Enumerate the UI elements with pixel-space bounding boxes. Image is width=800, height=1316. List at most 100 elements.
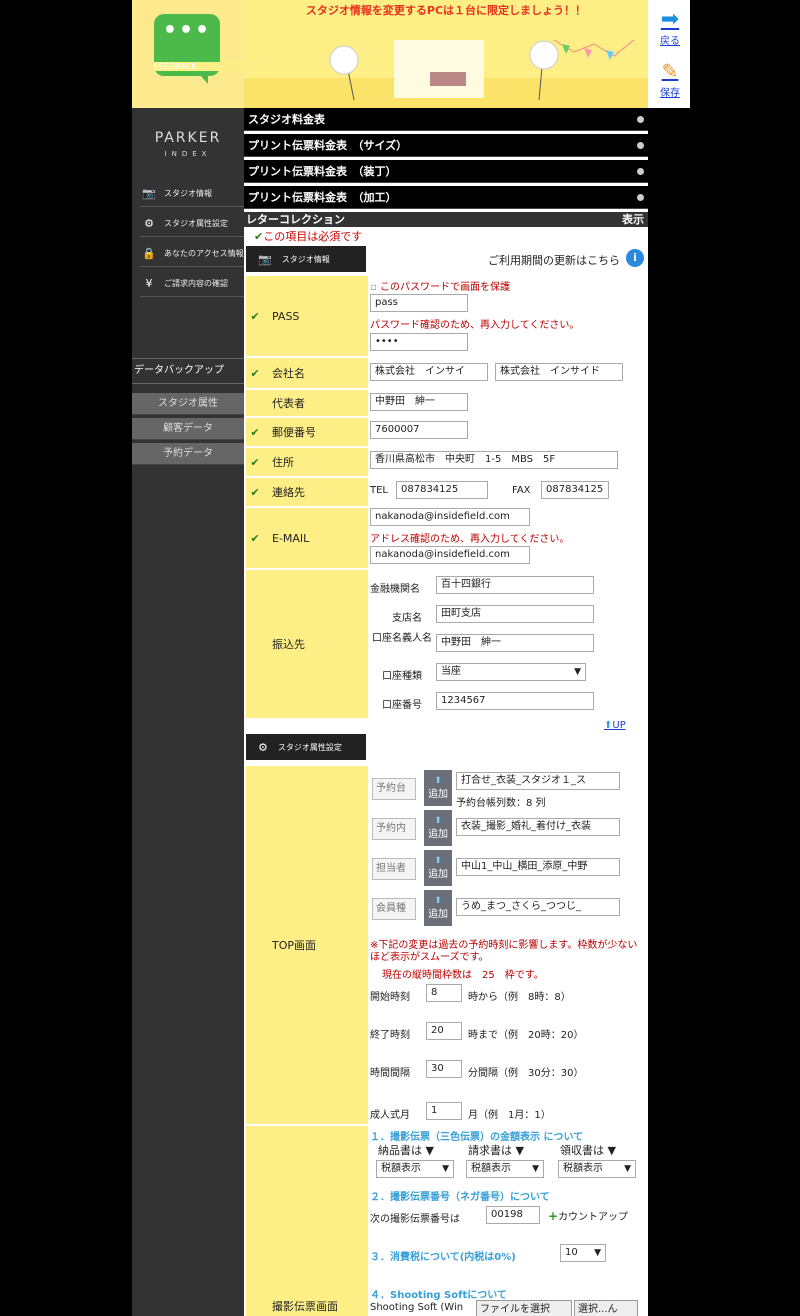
email-input[interactable]: nakanoda@insidefield.com xyxy=(370,508,530,526)
arrow-up-icon: ⬆ xyxy=(434,816,442,826)
check-icon: ✔ xyxy=(250,485,260,499)
rep-input[interactable]: 中野田 紳一 xyxy=(370,393,468,411)
current-slots: 現在の縦時間枠数は 25 枠です。 xyxy=(382,970,544,981)
tax-rate-select[interactable]: 10 ▼ xyxy=(560,1244,606,1262)
add-button[interactable]: ⬆ 追加 xyxy=(424,850,452,886)
accordion-studio-price[interactable]: スタジオ料金表 xyxy=(244,108,648,131)
letter-collection-bar[interactable]: レターコレクション 表示 xyxy=(244,212,648,227)
pencil-icon: ✎ xyxy=(661,59,679,83)
fax-input[interactable]: 087834125 xyxy=(541,481,609,499)
section-studio-info: 📷 スタジオ情報 xyxy=(246,246,366,272)
add-button[interactable]: ⬆ 追加 xyxy=(424,810,452,846)
interval-input[interactable]: 30 xyxy=(426,1060,462,1078)
rep-cell: 中野田 紳一 xyxy=(368,390,646,416)
save-button[interactable]: ✎ 保存 xyxy=(654,58,686,99)
check-icon: ✔ xyxy=(250,425,260,439)
backup-reservation-button[interactable]: 予約データ xyxy=(132,443,244,465)
zip-input[interactable]: 7600007 xyxy=(370,421,468,439)
camera-icon: 📷 xyxy=(142,186,156,200)
add-button[interactable]: ⬆ 追加 xyxy=(424,890,452,926)
info-icon[interactable]: i xyxy=(626,249,644,267)
bank-name-input[interactable]: 百十四銀行 xyxy=(436,576,594,594)
banner-message: スタジオ情報を変更するPCは１台に限定しましょう！！ xyxy=(305,4,587,17)
account-number-input[interactable]: 1234567 xyxy=(436,692,594,710)
member-type-button[interactable]: 会員種 xyxy=(372,898,416,920)
invoice-tax-select[interactable]: 税額表示 ▼ xyxy=(466,1160,544,1178)
sidebar-item-studio-attr[interactable]: ⚙ スタジオ属性設定 xyxy=(140,211,244,237)
arrow-up-icon: ⬆ xyxy=(434,776,442,786)
company-label: ✔ 会社名 xyxy=(246,358,368,388)
file-name-box[interactable]: 選択...ん xyxy=(574,1300,638,1316)
company-kana-input[interactable]: 株式会社 インサイド xyxy=(495,363,623,381)
back-button[interactable]: ➡ 戻る xyxy=(654,7,686,48)
address-input[interactable]: 香川県高松市 中央町 1-5 MBS 5F xyxy=(370,451,618,469)
feedback-button[interactable]: ••• FEEDBACK xyxy=(154,14,276,84)
sidebar-item-billing[interactable]: ¥ ご請求内容の確認 xyxy=(140,271,244,297)
delivery-tax-select[interactable]: 税額表示 ▼ xyxy=(376,1160,454,1178)
check-icon: ✔ xyxy=(250,531,260,545)
staff-input[interactable]: 中山1_中山_横田_添原_中野 xyxy=(456,858,620,876)
right-actions: ➡ 戻る ✎ 保存 xyxy=(648,0,690,108)
zip-cell: 7600007 xyxy=(368,418,646,446)
next-slip-number-input[interactable]: 00198 xyxy=(486,1206,540,1224)
protect-checkbox[interactable]: ▫ このパスワードで画面を保護 xyxy=(370,278,510,293)
reservation-book-input[interactable]: 打合せ_衣装_スタジオ１_ス xyxy=(456,772,620,790)
coming-of-age-input[interactable]: 1 xyxy=(426,1102,462,1120)
section-studio-attr: ⚙ スタジオ属性設定 xyxy=(246,734,366,760)
arrow-right-icon: ➡ xyxy=(660,7,680,32)
pass-input[interactable]: pass xyxy=(370,294,468,312)
sidebar-item-access[interactable]: 🔒 あなたのアクセス情報 xyxy=(140,241,244,267)
reservation-book-button[interactable]: 予約台 xyxy=(372,778,416,800)
backup-heading: データバックアップ xyxy=(132,358,244,384)
tel-input[interactable]: 087834125 xyxy=(396,481,488,499)
up-link[interactable]: ⬆UP xyxy=(604,720,626,731)
chat-bubble-icon: ••• xyxy=(162,18,212,43)
rep-label: 代表者 xyxy=(246,390,368,416)
email-confirm-note: アドレス確認のため、再入力してください。 xyxy=(370,534,570,545)
pass-label: ✔ PASS xyxy=(246,276,368,356)
email-label: ✔ E-MAIL xyxy=(246,508,368,568)
countup-button[interactable]: +カウントアップ xyxy=(548,1208,628,1223)
backup-studio-attr-button[interactable]: スタジオ属性 xyxy=(132,393,244,415)
update-link[interactable]: ご利用期間の更新はこちら xyxy=(488,252,620,268)
start-time-input[interactable]: 8 xyxy=(426,984,462,1002)
change-warning: ※下記の変更は過去の予約時刻に影響します。枠数が少ないほど表示がスムーズです。 xyxy=(370,940,638,963)
expand-icon xyxy=(637,168,644,175)
arrow-up-icon: ⬆ xyxy=(434,856,442,866)
bank-label: 振込先 xyxy=(246,570,368,718)
check-icon: ✔ xyxy=(250,455,260,469)
file-select-button[interactable]: ファイルを選択 xyxy=(476,1300,572,1316)
dropdown-arrow-icon: ▼ xyxy=(594,1248,601,1258)
dropdown-arrow-icon: ▼ xyxy=(442,1164,449,1174)
zip-label: ✔ 郵便番号 xyxy=(246,418,368,446)
camera-icon: 📷 xyxy=(258,252,272,266)
backup-customer-button[interactable]: 顧客データ xyxy=(132,418,244,440)
yen-icon: ¥ xyxy=(145,276,153,290)
holder-input[interactable]: 中野田 紳一 xyxy=(436,634,594,652)
sidebar-item-studio-info[interactable]: 📷 スタジオ情報 xyxy=(140,181,244,207)
email-confirm-input[interactable]: nakanoda@insidefield.com xyxy=(370,546,530,564)
contact-label: ✔ 連絡先 xyxy=(246,478,368,506)
end-time-input[interactable]: 20 xyxy=(426,1022,462,1040)
member-type-input[interactable]: うめ_まつ_さくら_つつじ_ xyxy=(456,898,620,916)
pass-confirm-input[interactable]: •••• xyxy=(370,333,468,351)
top-screen-label: TOP画面 xyxy=(246,766,368,1124)
brand-logo: PARKER INDEX xyxy=(154,130,222,158)
company-input[interactable]: 株式会社 インサイ xyxy=(370,363,488,381)
accordion-print-binding[interactable]: プリント伝票料金表 （装丁） xyxy=(244,160,648,183)
reservation-content-button[interactable]: 予約内 xyxy=(372,818,416,840)
company-cell: 株式会社 インサイ 株式会社 インサイド xyxy=(368,358,646,388)
accordion-print-processing[interactable]: プリント伝票料金表 （加工） xyxy=(244,186,648,209)
staff-button[interactable]: 担当者 xyxy=(372,858,416,880)
add-button[interactable]: ⬆ 追加 xyxy=(424,770,452,806)
accordion-print-size[interactable]: プリント伝票料金表 （サイズ） xyxy=(244,134,648,157)
letter-show-link[interactable]: 表示 xyxy=(622,212,644,227)
address-label: ✔ 住所 xyxy=(246,448,368,476)
account-type-select[interactable]: 当座 ▼ xyxy=(436,663,586,681)
reservation-content-input[interactable]: 衣装_撮影_婚礼_着付け_衣装 xyxy=(456,818,620,836)
expand-icon xyxy=(637,194,644,201)
receipt-tax-select[interactable]: 税額表示 ▼ xyxy=(558,1160,636,1178)
lock-icon: 🔒 xyxy=(142,246,156,260)
pass-cell: ▫ このパスワードで画面を保護 pass パスワード確認のため、再入力してくださ… xyxy=(368,276,646,356)
branch-input[interactable]: 田町支店 xyxy=(436,605,594,623)
